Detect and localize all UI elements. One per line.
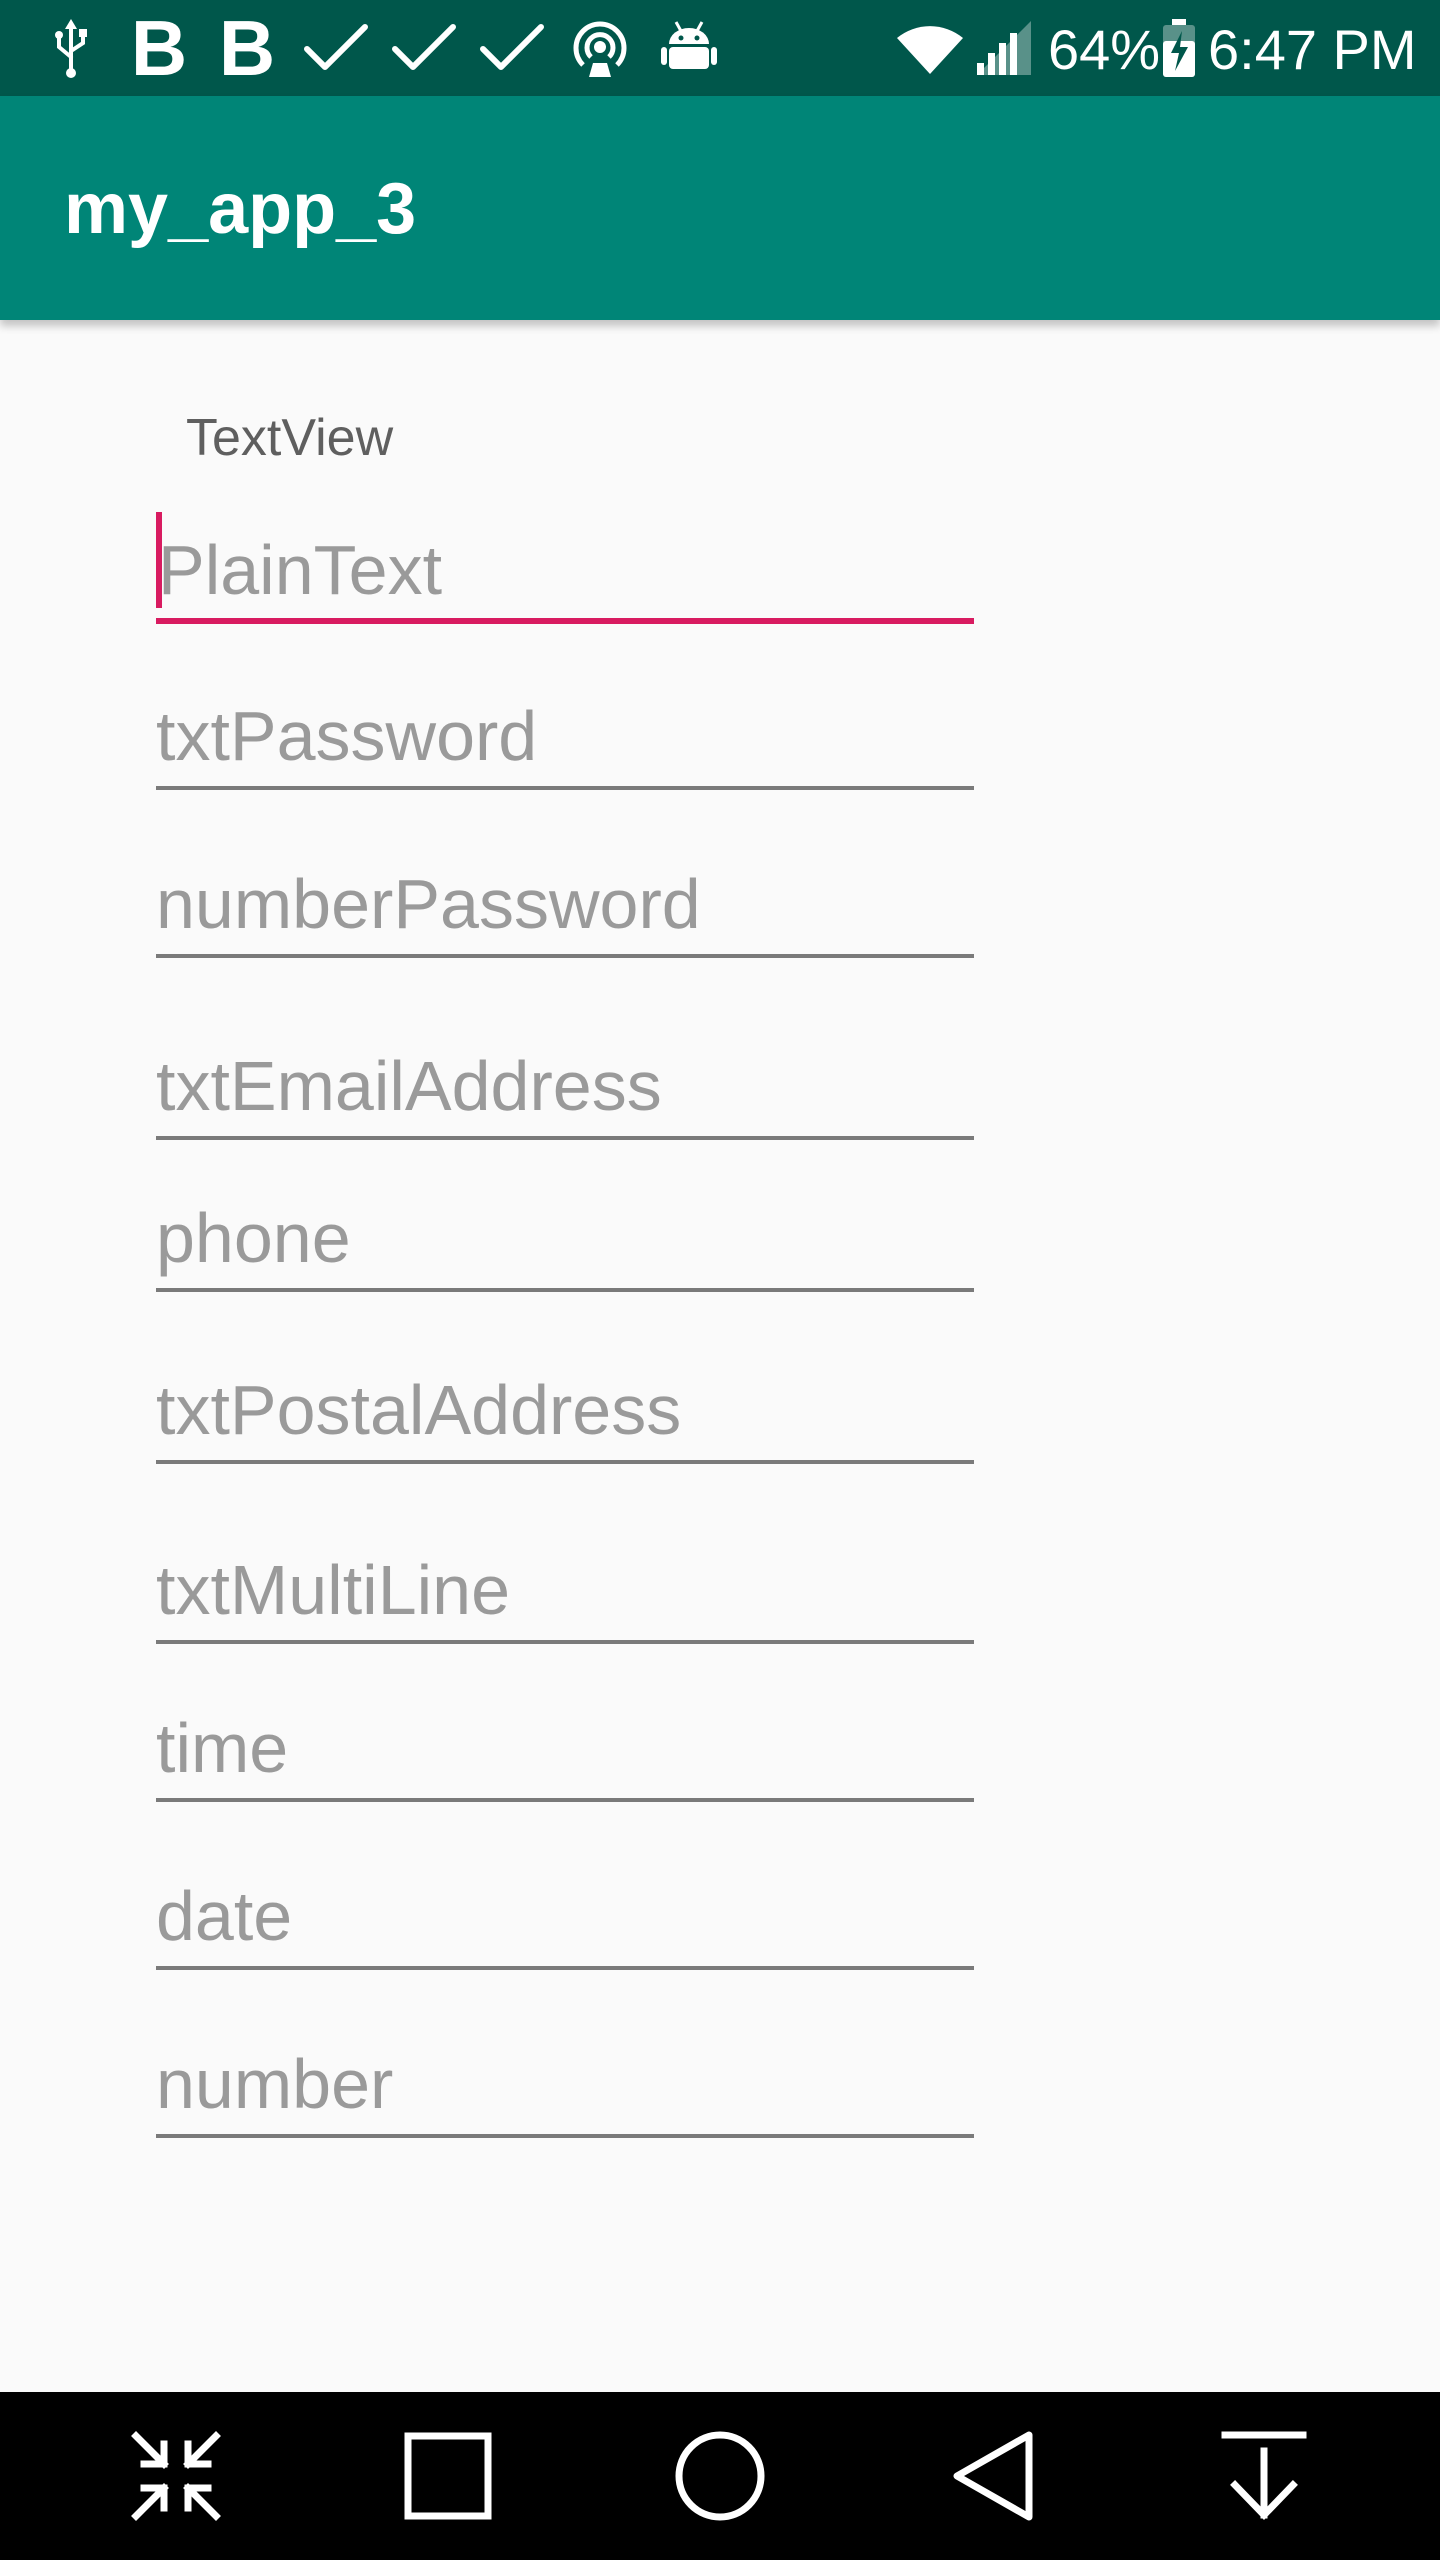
txtemailaddress-placeholder: txtEmailAddress xyxy=(156,1047,662,1125)
back-button[interactable] xyxy=(908,2392,1076,2560)
download-button[interactable] xyxy=(1180,2392,1348,2560)
form-content: TextView PlainText txtPassword numberPas… xyxy=(0,320,1440,2392)
plaintext-placeholder: PlainText xyxy=(158,531,443,609)
field-underline xyxy=(156,618,974,624)
txtpassword-placeholder: txtPassword xyxy=(156,697,538,775)
txtpostaladdress-field[interactable]: txtPostalAddress xyxy=(156,1344,974,1464)
phone-placeholder: phone xyxy=(156,1199,351,1277)
clock: 6:47 PM xyxy=(1208,18,1417,81)
battery-percent: 64% xyxy=(1048,18,1161,81)
navigation-bar xyxy=(0,2392,1440,2560)
time-field[interactable]: time xyxy=(156,1682,974,1802)
field-underline xyxy=(156,954,974,958)
collapse-button[interactable] xyxy=(92,2392,260,2560)
phone-field[interactable]: phone xyxy=(156,1172,974,1292)
b-icon: B xyxy=(218,4,276,92)
numberpassword-field[interactable]: numberPassword xyxy=(156,838,974,958)
android-icon xyxy=(656,0,722,96)
text-cursor xyxy=(156,512,162,608)
wifi-icon xyxy=(892,0,968,96)
txtmultiline-field[interactable]: txtMultiLine xyxy=(156,1524,974,1644)
recents-button[interactable] xyxy=(364,2392,532,2560)
field-underline xyxy=(156,1136,974,1140)
field-underline xyxy=(156,1640,974,1644)
txtmultiline-placeholder: txtMultiLine xyxy=(156,1551,511,1629)
home-icon xyxy=(675,2431,765,2521)
txtemailaddress-field[interactable]: txtEmailAddress xyxy=(156,1020,974,1140)
app-title: my_app_3 xyxy=(64,169,417,249)
check-icon xyxy=(476,0,548,96)
field-underline xyxy=(156,1460,974,1464)
app-bar: my_app_3 xyxy=(0,96,1440,320)
date-placeholder: date xyxy=(156,1877,293,1955)
number-placeholder: number xyxy=(156,2045,394,2123)
field-underline xyxy=(156,786,974,790)
hotspot-icon xyxy=(566,0,634,96)
back-icon xyxy=(953,2431,1033,2521)
field-underline xyxy=(156,1288,974,1292)
txtpostaladdress-placeholder: txtPostalAddress xyxy=(156,1371,682,1449)
battery-charging-icon xyxy=(1158,0,1200,96)
collapse-icon xyxy=(131,2431,221,2521)
b-icon: B xyxy=(130,4,188,92)
usb-icon xyxy=(48,0,94,96)
status-bar: B B 64% 6:47 PM xyxy=(0,0,1440,96)
time-placeholder: time xyxy=(156,1709,289,1787)
check-icon xyxy=(300,0,372,96)
check-icon xyxy=(388,0,460,96)
numberpassword-placeholder: numberPassword xyxy=(156,865,701,943)
download-icon xyxy=(1221,2431,1307,2521)
plaintext-field[interactable]: PlainText xyxy=(156,504,974,624)
recents-icon xyxy=(404,2432,492,2520)
home-button[interactable] xyxy=(636,2392,804,2560)
number-field[interactable]: number xyxy=(156,2018,974,2138)
signal-icon xyxy=(972,0,1034,96)
textview-label: TextView xyxy=(186,409,394,467)
field-underline xyxy=(156,2134,974,2138)
txtpassword-field[interactable]: txtPassword xyxy=(156,670,974,790)
date-field[interactable]: date xyxy=(156,1850,974,1970)
field-underline xyxy=(156,1966,974,1970)
field-underline xyxy=(156,1798,974,1802)
